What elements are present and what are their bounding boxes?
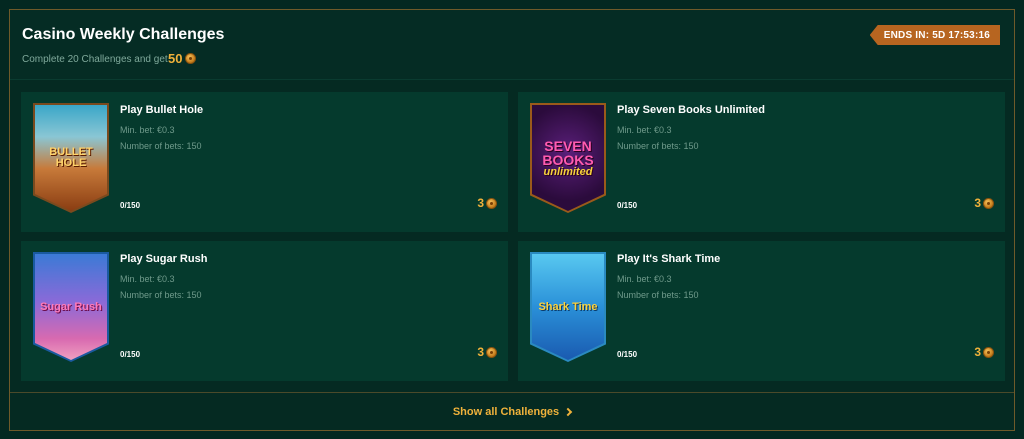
chevron-right-icon [563,407,573,416]
challenge-card-seven-books[interactable]: SEVEN BOOKS unlimited Play Seven Books U… [518,92,1005,232]
number-of-bets: Number of bets: 150 [617,141,699,151]
progress-count: 0/150 [617,201,638,210]
panel-footer: Show all Challenges [10,392,1014,430]
thumbnail-label: SEVEN BOOKS [542,137,594,168]
game-thumbnail[interactable]: Sugar Rush [33,252,109,362]
challenge-card-sugar-rush[interactable]: Sugar Rush Play Sugar Rush Min. bet: €0.… [21,241,508,381]
total-reward: 50 [168,51,197,66]
page-title: Casino Weekly Challenges [22,26,225,43]
ends-in-badge: ENDS IN: 5D 17:53:16 [869,25,1000,45]
challenge-reward: 3 [477,345,497,359]
coin-icon [983,197,994,209]
min-bet: Min. bet: €0.3 [617,125,672,135]
panel-header: Casino Weekly Challenges Complete 20 Cha… [10,10,1014,80]
challenge-title[interactable]: Play It's Shark Time [617,253,720,265]
coin-icon [486,346,497,358]
coin-icon [486,197,497,209]
reward-value: 3 [974,345,981,359]
thumbnail-label: Sugar Rush [35,254,107,360]
number-of-bets: Number of bets: 150 [120,141,202,151]
number-of-bets: Number of bets: 150 [617,290,699,300]
progress-count: 0/150 [120,201,141,210]
challenge-card-bullet-hole[interactable]: BULLET HOLE Play Bullet Hole Min. bet: €… [21,92,508,232]
min-bet: Min. bet: €0.3 [120,274,175,284]
challenge-reward: 3 [477,196,497,210]
show-all-label: Show all Challenges [452,405,560,418]
reward-value: 3 [477,345,484,359]
challenge-reward: 3 [974,345,994,359]
coin-icon [983,346,994,358]
challenge-title[interactable]: Play Seven Books Unlimited [617,104,765,116]
weekly-challenges-panel: Casino Weekly Challenges Complete 20 Cha… [9,9,1015,431]
thumbnail-label: Shark Time [532,254,604,360]
number-of-bets: Number of bets: 150 [120,290,202,300]
thumbnail-sublabel: unlimited [543,165,593,178]
reward-value: 3 [477,196,484,210]
show-all-challenges-link[interactable]: Show all Challenges [452,405,573,418]
challenge-grid: BULLET HOLE Play Bullet Hole Min. bet: €… [21,92,1005,381]
challenge-title[interactable]: Play Sugar Rush [120,253,207,265]
reward-value: 3 [974,196,981,210]
challenge-reward: 3 [974,196,994,210]
game-thumbnail[interactable]: Shark Time [530,252,606,362]
challenge-card-shark-time[interactable]: Shark Time Play It's Shark Time Min. bet… [518,241,1005,381]
game-thumbnail[interactable]: SEVEN BOOKS unlimited [530,103,606,213]
coin-icon [185,53,197,64]
challenge-title[interactable]: Play Bullet Hole [120,104,203,116]
progress-count: 0/150 [120,350,141,359]
challenge-subtitle: Complete 20 Challenges and get [22,54,168,65]
thumbnail-label: BULLET HOLE [35,105,107,211]
total-reward-value: 50 [168,51,183,66]
progress-count: 0/150 [617,350,638,359]
min-bet: Min. bet: €0.3 [617,274,672,284]
game-thumbnail[interactable]: BULLET HOLE [33,103,109,213]
min-bet: Min. bet: €0.3 [120,125,175,135]
